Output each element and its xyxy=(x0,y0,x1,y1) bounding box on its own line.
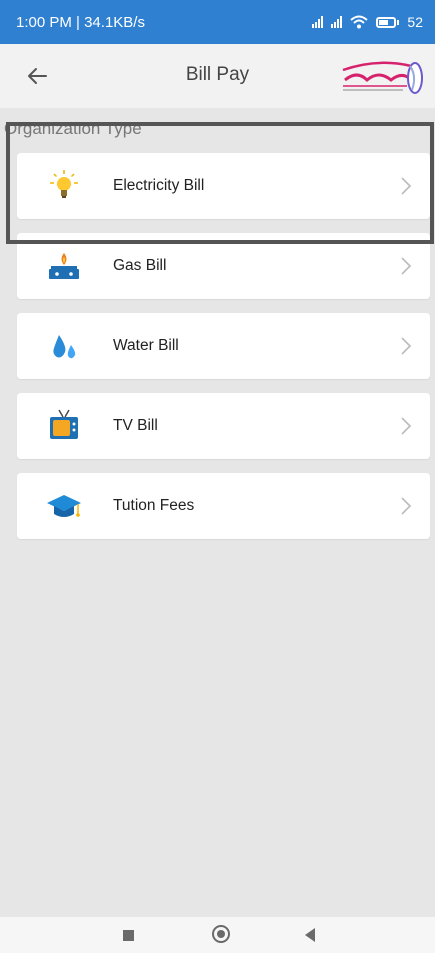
status-bar: 1:00 PM | 34.1KB/s 52 xyxy=(0,0,435,44)
battery-level: 52 xyxy=(407,14,423,30)
teletalk-logo-icon xyxy=(342,61,423,94)
highlight-box xyxy=(6,122,434,244)
gas-stove-icon xyxy=(49,253,79,279)
list-item-label: Tution Fees xyxy=(113,497,195,514)
chevron-right-icon xyxy=(401,337,412,355)
wifi-icon xyxy=(350,15,369,29)
tv-icon xyxy=(50,409,78,439)
signal-1-icon xyxy=(312,16,324,28)
list-item-water-bill[interactable]: Water Bill xyxy=(17,313,430,379)
list-item-label: Water Bill xyxy=(113,337,179,354)
list-item-tv-bill[interactable]: TV Bill xyxy=(17,393,430,459)
system-nav-bar xyxy=(0,917,435,953)
water-drops-icon xyxy=(53,335,76,359)
app-bar: Bill Pay xyxy=(0,44,435,108)
status-icons: 52 xyxy=(312,14,423,30)
home-icon[interactable] xyxy=(212,925,230,943)
battery-icon xyxy=(376,16,400,28)
graduation-cap-icon xyxy=(47,495,81,517)
list-item-label: TV Bill xyxy=(113,417,158,434)
signal-2-icon xyxy=(331,16,343,28)
chevron-right-icon xyxy=(401,257,412,275)
status-time-speed: 1:00 PM | 34.1KB/s xyxy=(16,13,145,31)
chevron-right-icon xyxy=(401,417,412,435)
list-item-tution-fees[interactable]: Tution Fees xyxy=(17,473,430,539)
nav-back-icon[interactable] xyxy=(305,928,315,942)
recent-apps-icon[interactable] xyxy=(123,930,134,941)
chevron-right-icon xyxy=(401,497,412,515)
